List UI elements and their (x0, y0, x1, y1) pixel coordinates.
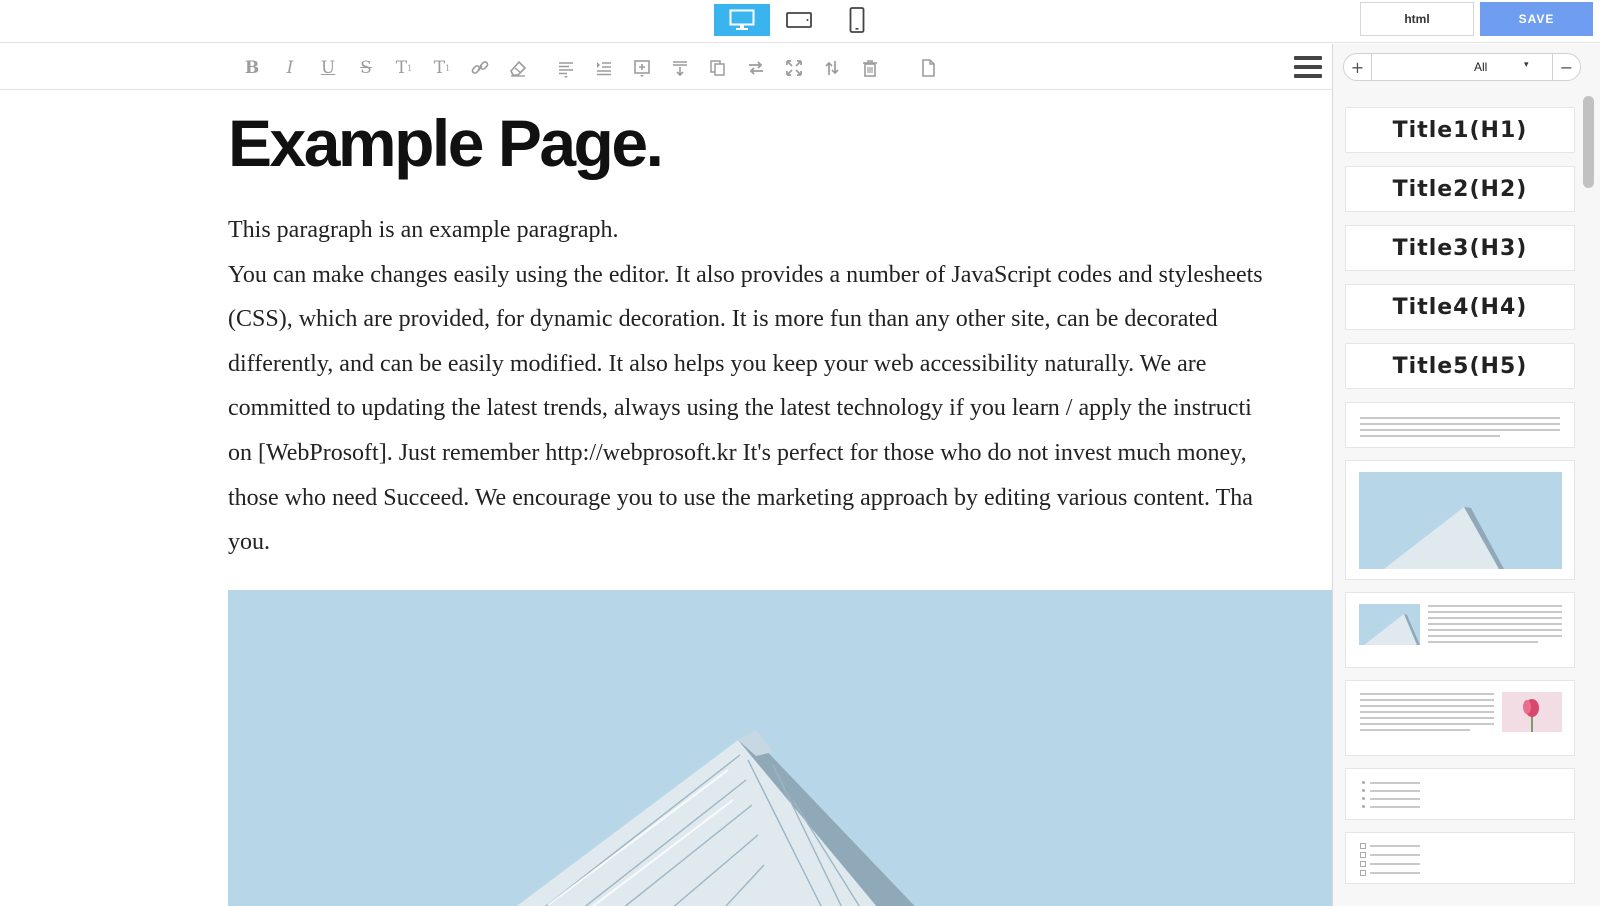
template-title-h1[interactable]: Title1(H1) (1345, 107, 1575, 153)
template-image-thumbnail (1359, 604, 1420, 645)
insert-block-icon[interactable] (630, 56, 654, 80)
panel-scrollbar[interactable] (1581, 94, 1595, 906)
copy-icon[interactable] (706, 56, 730, 80)
desktop-view-button[interactable] (714, 4, 770, 36)
template-flower-thumbnail (1502, 692, 1562, 732)
add-category-button[interactable]: + (1344, 54, 1372, 80)
page-title[interactable]: Example Page. (228, 105, 664, 181)
strikethrough-icon[interactable]: S (354, 56, 378, 80)
subscript-icon[interactable]: T1 (430, 56, 454, 80)
paragraph-line: you. (228, 529, 270, 556)
paragraph-line: (CSS), which are provided, for dynamic d… (228, 306, 1218, 333)
italic-icon[interactable]: I (278, 56, 302, 80)
insert-row-icon[interactable] (668, 56, 692, 80)
template-text-image-right[interactable] (1345, 680, 1575, 756)
indent-icon[interactable] (592, 56, 616, 80)
paragraph-line: on [WebProsoft]. Just remember http://we… (228, 439, 1247, 466)
template-image-thumbnail (1359, 472, 1562, 569)
remove-category-button[interactable]: − (1552, 54, 1580, 80)
html-button[interactable]: html (1360, 2, 1474, 36)
paragraph-line: committed to updating the latest trends,… (228, 395, 1252, 422)
bold-icon[interactable]: B (240, 56, 264, 80)
page-icon[interactable] (916, 56, 940, 80)
trash-icon[interactable] (858, 56, 882, 80)
menu-icon[interactable] (1294, 56, 1322, 78)
swap-icon[interactable] (744, 56, 768, 80)
superscript-icon[interactable]: T1 (392, 56, 416, 80)
eraser-icon[interactable] (506, 56, 530, 80)
save-button[interactable]: SAVE (1480, 2, 1593, 36)
panel-scrollbar-thumb[interactable] (1583, 96, 1594, 188)
example-paragraph[interactable]: This paragraph is an example paragraph. … (228, 208, 1332, 565)
template-title-h2[interactable]: Title2(H2) (1345, 166, 1575, 212)
paragraph-line: This paragraph is an example paragraph. (228, 217, 619, 243)
template-paragraph[interactable] (1345, 402, 1575, 448)
paragraph-line: differently, and can be easily modified.… (228, 350, 1207, 377)
hero-building-image[interactable] (228, 590, 1332, 906)
tablet-landscape-icon (786, 12, 812, 28)
editor-canvas[interactable]: Example Page. This paragraph is an examp… (0, 90, 1332, 906)
building-illustration (516, 730, 915, 906)
template-title-h4[interactable]: Title4(H4) (1345, 284, 1575, 330)
template-bullet-list[interactable] (1345, 768, 1575, 820)
align-icon[interactable] (554, 56, 578, 80)
template-image[interactable] (1345, 460, 1575, 580)
move-icon[interactable] (820, 56, 844, 80)
tablet-view-button[interactable] (771, 4, 827, 36)
underline-icon[interactable]: U (316, 56, 340, 80)
template-panel: + All ▾ − Title1(H1) Title2(H2) Title3(H… (1332, 44, 1600, 906)
mobile-phone-icon (849, 7, 865, 33)
link-icon[interactable] (468, 56, 492, 80)
category-select[interactable]: All (1474, 60, 1487, 74)
paragraph-line: You can make changes easily using the ed… (228, 261, 1263, 288)
category-filter: + All ▾ − (1343, 53, 1581, 81)
template-image-left-text[interactable] (1345, 592, 1575, 668)
template-check-list[interactable] (1345, 832, 1575, 884)
top-bar: html SAVE (0, 0, 1600, 43)
paragraph-line: those who need Succeed. We encourage you… (228, 484, 1253, 511)
editor-toolbar: B I U S T1 T1 (0, 44, 1332, 90)
chevron-down-icon[interactable]: ▾ (1524, 60, 1529, 70)
mobile-view-button[interactable] (829, 4, 885, 36)
fullscreen-icon[interactable] (782, 56, 806, 80)
template-title-h5[interactable]: Title5(H5) (1345, 343, 1575, 389)
desktop-monitor-icon (729, 9, 755, 30)
template-title-h3[interactable]: Title3(H3) (1345, 225, 1575, 271)
